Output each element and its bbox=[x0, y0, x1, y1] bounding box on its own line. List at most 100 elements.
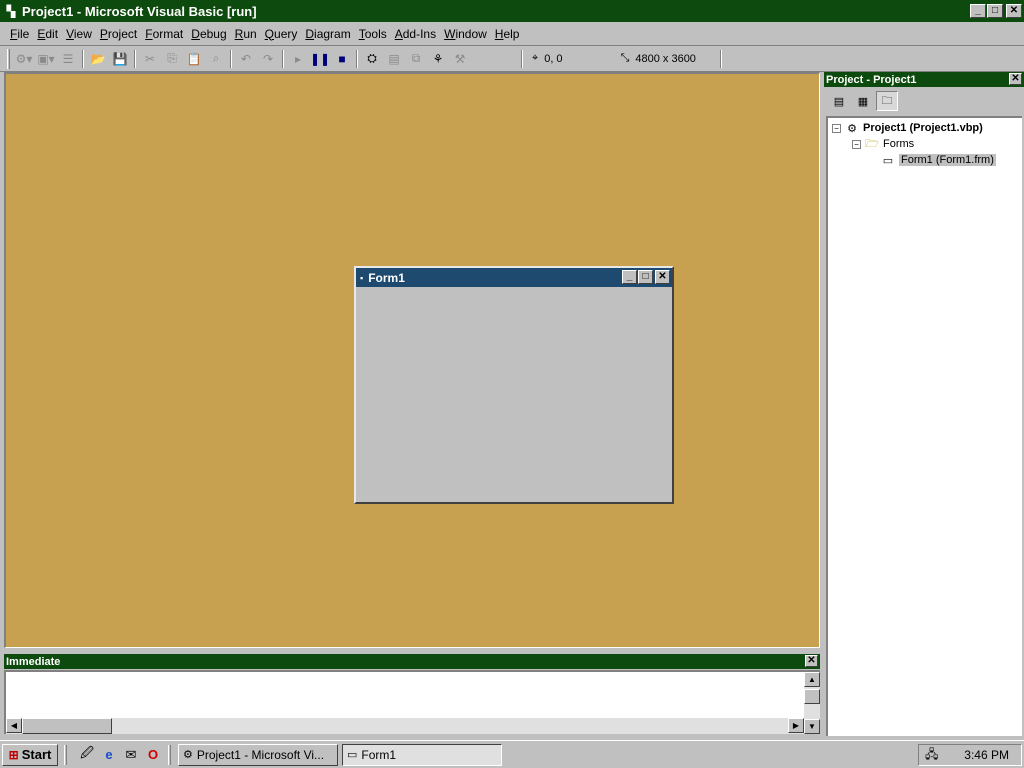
tree-node-project-label: Project1 (Project1.vbp) bbox=[863, 122, 983, 134]
system-tray: 🖧 3:46 PM bbox=[918, 744, 1022, 766]
standard-toolbar: ⚙▾ ▣▾ ☰ 📂 💾 ✂ ⎘ 📋 ⌕ ↶ ↷ ▸ ❚❚ ■ ⛭ ▤ ⧉ ⚘ ⚒… bbox=[0, 46, 1024, 72]
start-label: Start bbox=[21, 747, 52, 762]
close-button[interactable]: ✕ bbox=[1006, 4, 1022, 18]
collapse-icon[interactable]: − bbox=[852, 139, 861, 149]
size-icon: ⤡ bbox=[620, 52, 630, 64]
project-icon: ⚙ bbox=[847, 122, 857, 135]
tree-node-forms[interactable]: − 🗁 Forms bbox=[852, 136, 914, 152]
collapse-icon[interactable]: − bbox=[832, 123, 841, 133]
project-explorer: Project - Project1 ✕ ▤ ▦ 🗀 − ⚙ Project1 … bbox=[824, 72, 1024, 736]
menu-add-ins[interactable]: Add-Ins bbox=[391, 24, 440, 44]
scroll-left-icon[interactable]: ◀ bbox=[6, 718, 22, 733]
menu-window[interactable]: Window bbox=[440, 24, 491, 44]
view-code-icon[interactable]: ▤ bbox=[828, 91, 850, 111]
immediate-close-button[interactable]: ✕ bbox=[805, 655, 818, 667]
form1-window[interactable]: ▪ Form1 _ □ ✕ bbox=[354, 266, 674, 504]
immediate-title: Immediate bbox=[6, 655, 61, 668]
taskbar-button-vb[interactable]: ⚙ Project1 - Microsoft Vi... bbox=[178, 743, 338, 766]
menu-help[interactable]: Help bbox=[491, 24, 524, 44]
scroll-right-icon[interactable]: ▶ bbox=[788, 718, 804, 733]
paste-icon[interactable]: 📋 bbox=[183, 48, 205, 70]
menu-project[interactable]: Project bbox=[96, 24, 141, 44]
menu-run[interactable]: Run bbox=[231, 24, 261, 44]
clock[interactable]: 3:46 PM bbox=[964, 748, 1009, 762]
menu-format[interactable]: Format bbox=[141, 24, 187, 44]
immediate-title-bar[interactable]: Immediate ✕ bbox=[4, 654, 820, 669]
immediate-text-area[interactable]: ▲ ▼ ◀ ▶ bbox=[4, 670, 820, 734]
menu-editor-icon[interactable]: ☰ bbox=[57, 48, 79, 70]
position-value: 0, 0 bbox=[544, 52, 563, 65]
tree-node-form1-label: Form1 (Form1.frm) bbox=[899, 154, 996, 166]
maximize-button[interactable]: □ bbox=[987, 4, 1003, 18]
object-browser-icon[interactable]: ⚘ bbox=[427, 48, 449, 70]
save-icon[interactable]: 💾 bbox=[109, 48, 131, 70]
form-designer-area[interactable]: ▪ Form1 _ □ ✕ bbox=[4, 72, 820, 648]
vb-icon: ▚ bbox=[6, 5, 16, 18]
break-icon[interactable]: ❚❚ bbox=[309, 48, 331, 70]
taskbar-button-form1-label: Form1 bbox=[361, 747, 397, 762]
add-form-icon[interactable]: ▣▾ bbox=[35, 48, 57, 70]
windows-logo-icon: ⊞ bbox=[8, 747, 19, 762]
menu-diagram[interactable]: Diagram bbox=[301, 24, 354, 44]
project-explorer-close-button[interactable]: ✕ bbox=[1009, 73, 1022, 85]
open-icon[interactable]: 📂 bbox=[87, 48, 109, 70]
view-object-icon[interactable]: ▦ bbox=[852, 91, 874, 111]
add-project-icon[interactable]: ⚙▾ bbox=[13, 48, 35, 70]
cut-icon[interactable]: ✂ bbox=[139, 48, 161, 70]
project-explorer-toolbar: ▤ ▦ 🗀 bbox=[824, 87, 1024, 115]
form1-close-button[interactable]: ✕ bbox=[655, 270, 670, 284]
start-button[interactable]: ⊞ Start bbox=[2, 743, 58, 766]
tree-node-forms-label: Forms bbox=[883, 138, 915, 150]
horizontal-scroll-thumb[interactable] bbox=[22, 718, 112, 734]
tray-network-icon[interactable]: 🖧 bbox=[925, 745, 938, 766]
taskbar-button-form1[interactable]: ▭ Form1 bbox=[342, 743, 502, 766]
start-icon[interactable]: ▸ bbox=[287, 48, 309, 70]
window-caption-buttons: _ □ ✕ bbox=[969, 4, 1022, 18]
size-readout: ⤡ 4800 x 3600 bbox=[621, 52, 696, 65]
size-value: 4800 x 3600 bbox=[635, 52, 696, 65]
outlook-express-icon[interactable]: ✉ bbox=[122, 746, 140, 764]
taskbar-button-vb-label: Project1 - Microsoft Vi... bbox=[196, 747, 325, 762]
show-desktop-icon[interactable]: 🖉 bbox=[78, 745, 96, 764]
form1-minimize-button[interactable]: _ bbox=[622, 270, 637, 284]
form-icon: ▭ bbox=[882, 154, 894, 167]
opera-icon[interactable]: O bbox=[144, 746, 162, 764]
project-explorer-title: Project - Project1 bbox=[826, 73, 917, 86]
internet-explorer-icon[interactable]: e bbox=[100, 746, 118, 764]
form1-maximize-button[interactable]: □ bbox=[638, 270, 653, 284]
menu-debug[interactable]: Debug bbox=[187, 24, 230, 44]
tree-node-project[interactable]: − ⚙ Project1 (Project1.vbp) bbox=[832, 120, 983, 136]
main-title-bar[interactable]: ▚ Project1 - Microsoft Visual Basic [run… bbox=[0, 0, 1024, 22]
toolbox-icon[interactable]: ⚒ bbox=[449, 48, 471, 70]
form-layout-icon[interactable]: ⧉ bbox=[405, 48, 427, 70]
scroll-thumb[interactable] bbox=[804, 689, 820, 704]
form-icon: ▭ bbox=[347, 749, 358, 761]
immediate-window: Immediate ✕ ▲ ▼ ◀ ▶ bbox=[4, 654, 820, 736]
immediate-horizontal-scrollbar[interactable]: ◀ ▶ bbox=[6, 718, 804, 734]
project-tree: − ⚙ Project1 (Project1.vbp) − 🗁 Forms ▭ … bbox=[826, 116, 1022, 736]
end-icon[interactable]: ■ bbox=[331, 48, 353, 70]
form1-caption-buttons: _ □ ✕ bbox=[621, 270, 670, 284]
project-explorer-icon[interactable]: ⛭ bbox=[361, 48, 383, 70]
scroll-down-icon[interactable]: ▼ bbox=[804, 719, 820, 734]
immediate-vertical-scrollbar[interactable]: ▲ ▼ bbox=[804, 672, 820, 734]
scroll-up-icon[interactable]: ▲ bbox=[804, 672, 820, 687]
form1-title-bar[interactable]: ▪ Form1 _ □ ✕ bbox=[356, 268, 672, 287]
find-icon[interactable]: ⌕ bbox=[205, 48, 227, 70]
toggle-folders-icon[interactable]: 🗀 bbox=[876, 91, 898, 111]
menu-query[interactable]: Query bbox=[261, 24, 302, 44]
menu-tools[interactable]: Tools bbox=[355, 24, 391, 44]
minimize-button[interactable]: _ bbox=[970, 4, 986, 18]
copy-icon[interactable]: ⎘ bbox=[161, 48, 183, 70]
redo-icon[interactable]: ↷ bbox=[257, 48, 279, 70]
undo-icon[interactable]: ↶ bbox=[235, 48, 257, 70]
menu-view[interactable]: View bbox=[62, 24, 96, 44]
menu-file[interactable]: File bbox=[6, 24, 33, 44]
properties-window-icon[interactable]: ▤ bbox=[383, 48, 405, 70]
menu-bar: File Edit View Project Format Debug Run … bbox=[0, 22, 1024, 46]
position-readout: ⌖ 0, 0 bbox=[532, 52, 563, 65]
tree-node-form1[interactable]: ▭ Form1 (Form1.frm) bbox=[880, 152, 996, 168]
toolbar-grip[interactable] bbox=[7, 48, 10, 69]
menu-edit[interactable]: Edit bbox=[33, 24, 62, 44]
project-explorer-title-bar[interactable]: Project - Project1 ✕ bbox=[824, 72, 1024, 87]
